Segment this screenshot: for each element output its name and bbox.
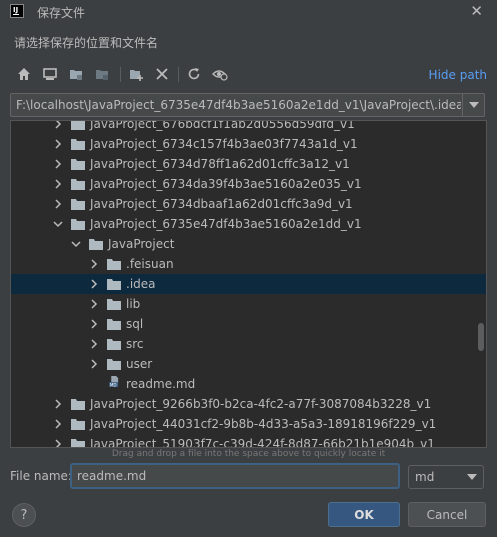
title-bar: IJ 保存文件 ✕ <box>0 0 497 24</box>
home-icon[interactable] <box>14 64 34 84</box>
tree-row[interactable]: MD readme.md <box>11 374 486 394</box>
close-icon[interactable]: ✕ <box>470 2 483 20</box>
folder-icon <box>107 359 121 370</box>
tree-row[interactable]: src <box>11 334 486 354</box>
chevron-right-icon[interactable] <box>53 439 63 448</box>
tree-row[interactable]: sql <box>11 314 486 334</box>
tree-row-label: JavaProject_6734dbaaf1a62d01cffc3a9d_v1 <box>90 197 353 211</box>
tree-row[interactable]: JavaProject_6734dbaaf1a62d01cffc3a9d_v1 <box>11 194 486 214</box>
project-folder-icon[interactable] <box>66 64 86 84</box>
tree-row[interactable]: JavaProject_51903f7c-c39d-424f-8d87-66b2… <box>11 434 486 448</box>
folder-icon <box>71 439 85 447</box>
tree-row[interactable]: .feisuan <box>11 254 486 274</box>
tree-row-label: user <box>126 357 153 371</box>
svg-text:MD: MD <box>110 382 117 387</box>
chevron-right-icon[interactable] <box>53 179 63 189</box>
tree-row-label: JavaProject <box>108 237 175 251</box>
help-button[interactable]: ? <box>12 503 36 527</box>
tree-row[interactable]: JavaProject_6734c157f4b3ae03f7743a1d_v1 <box>11 134 486 154</box>
folder-icon <box>71 399 85 410</box>
chevron-right-icon[interactable] <box>53 419 63 429</box>
tree-row-label: JavaProject_6734d78ff1a62d01cffc3a12_v1 <box>90 157 350 171</box>
chevron-right-icon[interactable] <box>53 159 63 169</box>
show-hidden-icon[interactable] <box>210 64 230 84</box>
chevron-right-icon[interactable] <box>89 299 99 309</box>
chevron-down-icon[interactable] <box>53 219 63 229</box>
window-title: 保存文件 <box>37 6 86 20</box>
folder-icon <box>107 339 121 350</box>
tree-row-label: JavaProject_6734c157f4b3ae03f7743a1d_v1 <box>90 137 358 151</box>
delete-icon[interactable] <box>152 64 172 84</box>
ok-button[interactable]: OK <box>328 502 400 527</box>
folder-icon <box>107 279 121 290</box>
chevron-right-icon[interactable] <box>89 279 99 289</box>
chevron-right-icon[interactable] <box>53 399 63 409</box>
hide-path-link[interactable]: Hide path <box>429 68 487 82</box>
tree-row[interactable]: JavaProject_6735e47df4b3ae5160a2e1dd_v1 <box>11 214 486 234</box>
tree-row[interactable]: JavaProject_9266b3f0-b2ca-4fc2-a77f-3087… <box>11 394 486 414</box>
tree-row[interactable]: JavaProject_6734da39f4b3ae5160a2e035_v1 <box>11 174 486 194</box>
markdown-file-icon: MD <box>109 376 119 387</box>
chevron-right-icon[interactable] <box>89 259 99 269</box>
folder-icon <box>71 219 85 230</box>
tree-row-label: lib <box>126 297 141 311</box>
folder-icon <box>107 319 121 330</box>
chevron-down-icon <box>467 474 477 480</box>
path-combobox[interactable]: F:\localhost\JavaProject_6735e47df4b3ae5… <box>10 93 485 117</box>
drag-drop-hint: Drag and drop a file into the space abov… <box>111 449 386 459</box>
dialog-description: 请选择保存的位置和文件名 <box>14 36 159 50</box>
tree-row-label: .feisuan <box>126 257 174 271</box>
folder-icon <box>71 419 85 430</box>
file-name-input[interactable] <box>70 463 400 489</box>
tree-row[interactable]: JavaProject_676bdcf1f1ab2d0556d59dfd_v1 <box>11 120 486 134</box>
tree-row[interactable]: user <box>11 354 486 374</box>
toolbar <box>14 64 484 86</box>
new-folder-icon[interactable] <box>126 64 146 84</box>
chevron-right-icon[interactable] <box>89 339 99 349</box>
tree-row-label: JavaProject_9266b3f0-b2ca-4fc2-a77f-3087… <box>90 397 432 411</box>
tree-row-label: sql <box>126 317 144 331</box>
module-folder-icon[interactable] <box>92 64 112 84</box>
chevron-down-icon[interactable] <box>71 239 81 249</box>
folder-icon <box>71 121 85 130</box>
chevron-right-icon[interactable] <box>53 199 63 209</box>
tree-row-label: JavaProject_676bdcf1f1ab2d0556d59dfd_v1 <box>90 120 355 131</box>
folder-icon <box>71 139 85 150</box>
refresh-icon[interactable] <box>184 64 204 84</box>
chevron-down-icon[interactable] <box>462 94 484 116</box>
tree-row-label: JavaProject_6734da39f4b3ae5160a2e035_v1 <box>90 177 362 191</box>
tree-row-label: JavaProject_51903f7c-c39d-424f-8d87-66b2… <box>90 437 435 448</box>
file-tree[interactable]: JavaProject_676bdcf1f1ab2d0556d59dfd_v1 J… <box>10 120 487 448</box>
tree-row-label: JavaProject_44031cf2-9b8b-4d33-a5a3-1891… <box>90 417 437 431</box>
extension-select[interactable]: md <box>408 465 484 489</box>
folder-icon <box>107 299 121 310</box>
toolbar-separator <box>178 67 179 82</box>
tree-row[interactable]: .idea <box>11 274 486 294</box>
folder-icon <box>71 199 85 210</box>
extension-value: md <box>415 470 435 484</box>
folder-icon <box>107 259 121 270</box>
chevron-right-icon[interactable] <box>53 120 63 129</box>
cancel-button[interactable]: Cancel <box>408 502 486 527</box>
path-value[interactable]: F:\localhost\JavaProject_6735e47df4b3ae5… <box>16 98 461 112</box>
folder-icon <box>71 179 85 190</box>
tree-row[interactable]: JavaProject <box>11 234 486 254</box>
tree-row[interactable]: lib <box>11 294 486 314</box>
chevron-right-icon[interactable] <box>89 359 99 369</box>
tree-row-label: readme.md <box>126 377 196 391</box>
chevron-right-icon[interactable] <box>89 319 99 329</box>
desktop-icon[interactable] <box>40 64 60 84</box>
folder-icon <box>71 159 85 170</box>
tree-row-label: src <box>126 337 144 351</box>
toolbar-separator <box>120 67 121 82</box>
chevron-right-icon[interactable] <box>53 139 63 149</box>
intellij-icon: IJ <box>10 4 24 18</box>
file-name-label: File name: <box>10 469 72 483</box>
tree-row[interactable]: JavaProject_6734d78ff1a62d01cffc3a12_v1 <box>11 154 486 174</box>
tree-row-label: JavaProject_6735e47df4b3ae5160a2e1dd_v1 <box>90 217 362 231</box>
tree-row[interactable]: JavaProject_44031cf2-9b8b-4d33-a5a3-1891… <box>11 414 486 434</box>
folder-icon <box>89 239 103 250</box>
tree-row-label: .idea <box>126 277 156 291</box>
